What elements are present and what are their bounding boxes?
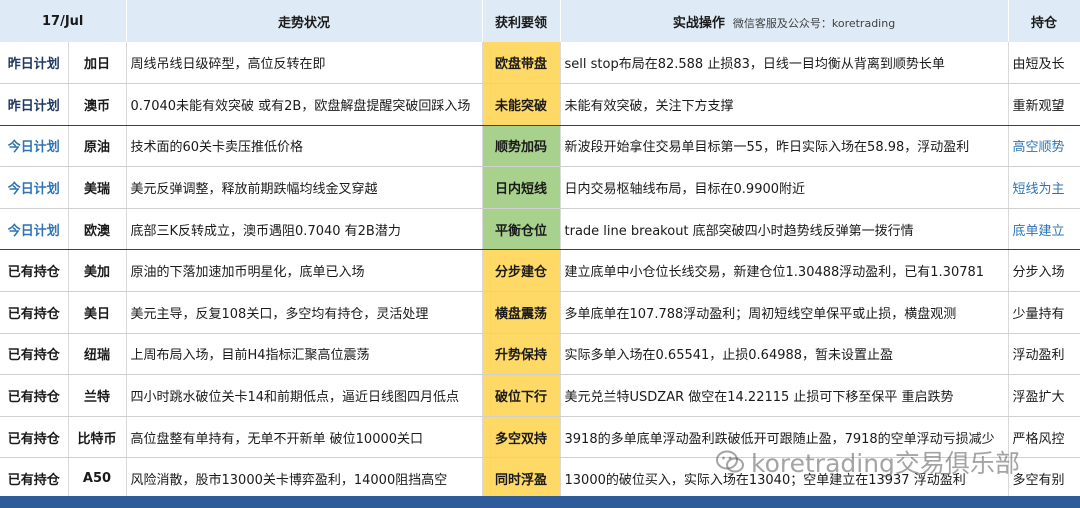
row-symbol: 原油 [68,125,127,168]
row-position: 分步入场 [1008,249,1080,293]
row-trend: 上周布局入场，目前H4指标汇聚高位震荡 [126,333,483,376]
row-action: 多单底单在107.788浮动盈利；周初短线空单保平或止损，横盘观测 [560,291,1009,334]
watermark-text: koretrading交易俱乐部 [751,449,1020,478]
row-symbol: A50 [68,457,127,501]
row-trend: 技术面的60关卡卖压推低价格 [126,125,483,168]
header-trend: 走势状况 [126,0,483,42]
row-symbol: 纽瑞 [68,333,127,376]
table-row: 今日计划 美瑞 美元反弹调整，释放前期跌幅均线金叉穿越 日内短线 日内交易枢轴线… [0,166,1080,209]
table-row: 昨日计划 加日 周线吊线日级碎型，高位反转在即 欧盘带盘 sell stop布局… [0,42,1080,85]
row-action: 建立底单中小仓位长线交易，新建仓位1.30488浮动盈利，已有1.30781 [560,249,1009,293]
row-key: 横盘震荡 [482,291,561,334]
row-action: 未能有效突破，关注下方支撑 [560,83,1009,126]
row-symbol: 兰特 [68,374,127,417]
row-trend: 0.7040未能有效突破 或有2B，欧盘解盘提醒突破回踩入场 [126,83,483,126]
row-position: 少量持有 [1008,291,1080,334]
row-key: 未能突破 [482,83,561,126]
header-action-hint: 微信客服及公众号：koretrading [732,16,896,30]
row-trend: 四小时跳水破位关卡14和前期低点，逼近日线图四月低点 [126,374,483,417]
watermark: koretrading交易俱乐部 [715,444,1020,480]
row-type: 已有持仓 [0,291,69,334]
row-action: sell stop布局在82.588 止损83，日线一目均衡从背离到顺势长单 [560,42,1009,85]
table-row: 昨日计划 澳币 0.7040未能有效突破 或有2B，欧盘解盘提醒突破回踩入场 未… [0,83,1080,126]
row-symbol: 美瑞 [68,166,127,209]
header-position: 持仓 [1008,0,1080,42]
header-key: 获利要领 [482,0,561,42]
row-trend: 美元主导，反复108关口，多空均有持仓，灵活处理 [126,291,483,334]
header-date: 17/Jul [0,0,127,42]
row-action: 美元兑兰特USDZAR 做空在14.22115 止损可下移至保平 重启跌势 [560,374,1009,417]
bottom-bar [0,496,1080,508]
row-action: trade line breakout 底部突破四小时趋势线反弹第一拨行情 [560,208,1009,251]
row-action: 新波段开始拿住交易单目标第一55，昨日实际入场在58.98，浮动盈利 [560,125,1009,168]
row-position: 浮动盈利 [1008,333,1080,376]
row-action: 日内交易枢轴线布局，目标在0.9900附近 [560,166,1009,209]
row-position: 由短及长 [1008,42,1080,85]
row-trend: 原油的下落加速加币明星化，底单已入场 [126,249,483,293]
table-row: 今日计划 欧澳 底部三K反转成立，澳币遇阻0.7040 有2B潜力 平衡仓位 t… [0,208,1080,251]
trading-plan-table: 17/Jul 走势状况 获利要领 实战操作 微信客服及公众号：koretradin… [0,0,1080,501]
row-key: 多空双持 [482,416,561,459]
row-position: 底单建立 [1008,208,1080,251]
row-symbol: 欧澳 [68,208,127,251]
row-position: 短线为主 [1008,166,1080,209]
row-type: 今日计划 [0,125,69,168]
row-type: 昨日计划 [0,83,69,126]
header-action: 实战操作 微信客服及公众号：koretrading [560,0,1009,42]
table-row: 今日计划 原油 技术面的60关卡卖压推低价格 顺势加码 新波段开始拿住交易单目标… [0,125,1080,168]
row-position: 浮盈扩大 [1008,374,1080,417]
row-symbol: 美加 [68,249,127,293]
row-action: 实际多单入场在0.65541，止损0.64988，暂未设置止盈 [560,333,1009,376]
row-key: 分步建仓 [482,249,561,293]
row-type: 已有持仓 [0,457,69,501]
table-row: 已有持仓 美加 原油的下落加速加币明星化，底单已入场 分步建仓 建立底单中小仓位… [0,249,1080,293]
table-row: 已有持仓 兰特 四小时跳水破位关卡14和前期低点，逼近日线图四月低点 破位下行 … [0,374,1080,417]
row-symbol: 美日 [68,291,127,334]
row-key: 破位下行 [482,374,561,417]
table-row: 已有持仓 纽瑞 上周布局入场，目前H4指标汇聚高位震荡 升势保持 实际多单入场在… [0,333,1080,376]
row-type: 已有持仓 [0,333,69,376]
row-key: 升势保持 [482,333,561,376]
row-position: 高空顺势 [1008,125,1080,168]
row-type: 昨日计划 [0,42,69,85]
trading-plan-sheet: 17/Jul 走势状况 获利要领 实战操作 微信客服及公众号：koretradin… [0,0,1080,508]
row-key: 平衡仓位 [482,208,561,251]
row-symbol: 澳币 [68,83,127,126]
header-row: 17/Jul 走势状况 获利要领 实战操作 微信客服及公众号：koretradin… [0,0,1080,42]
row-trend: 底部三K反转成立，澳币遇阻0.7040 有2B潜力 [126,208,483,251]
row-key: 日内短线 [482,166,561,209]
row-symbol: 比特币 [68,416,127,459]
row-key: 顺势加码 [482,125,561,168]
row-trend: 风险消散，股市13000关卡博弈盈利，14000阻挡高空 [126,457,483,501]
row-symbol: 加日 [68,42,127,85]
row-type: 今日计划 [0,208,69,251]
row-type: 今日计划 [0,166,69,209]
row-key: 欧盘带盘 [482,42,561,85]
row-key: 同时浮盈 [482,457,561,501]
row-trend: 周线吊线日级碎型，高位反转在即 [126,42,483,85]
row-type: 已有持仓 [0,374,69,417]
row-trend: 高位盘整有单持有，无单不开新单 破位10000关口 [126,416,483,459]
row-position: 重新观望 [1008,83,1080,126]
row-type: 已有持仓 [0,416,69,459]
wechat-icon [716,450,744,473]
row-trend: 美元反弹调整，释放前期跌幅均线金叉穿越 [126,166,483,209]
header-action-label: 实战操作 [672,15,725,31]
table-row: 已有持仓 美日 美元主导，反复108关口，多空均有持仓，灵活处理 横盘震荡 多单… [0,291,1080,334]
row-type: 已有持仓 [0,249,69,293]
